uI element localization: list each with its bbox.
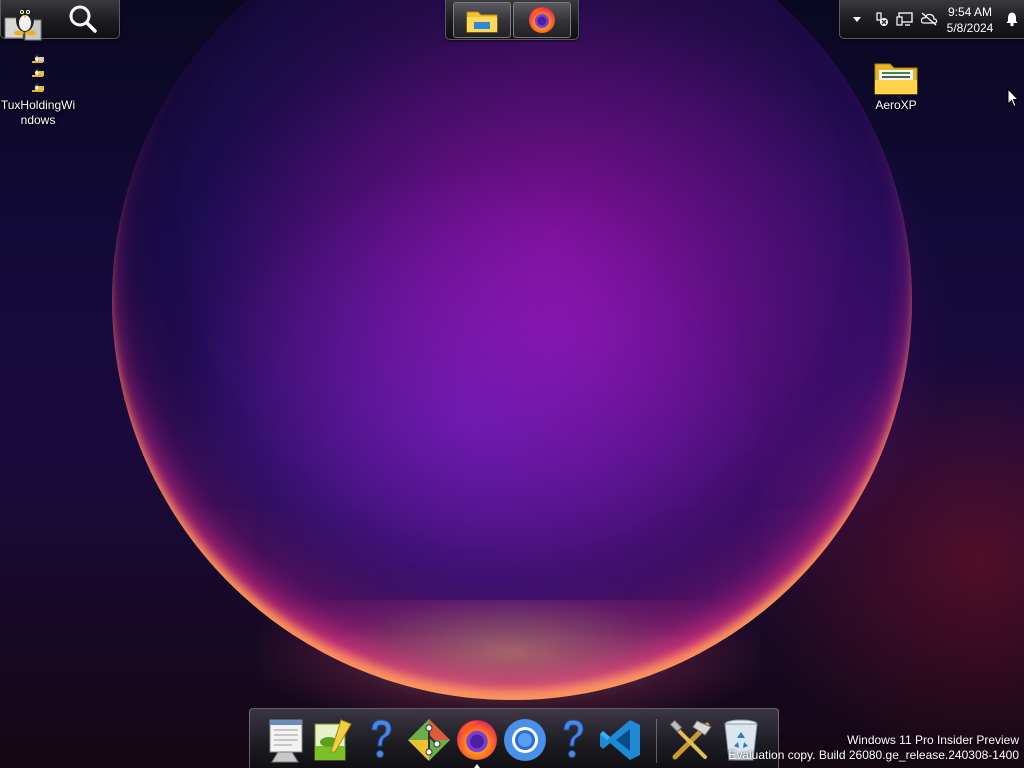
tools-icon (669, 719, 712, 760)
clock-time: 9:54 AM (947, 5, 993, 19)
folder-icon (466, 11, 498, 33)
dock-item-notepad[interactable] (260, 714, 310, 766)
start-bar (0, 0, 120, 41)
desktop: 9:54 AM 5/8/2024 TuxHoldingWindows AeroX… (0, 0, 1024, 768)
taskbar-center (445, 0, 579, 40)
dock-item-firefox[interactable] (452, 714, 502, 766)
dock-item-help[interactable] (356, 714, 406, 766)
network-disconnected-icon[interactable] (873, 10, 891, 28)
dock-item-tools[interactable] (666, 714, 716, 766)
wallpaper-arc (112, 0, 912, 700)
dock-item-vscode[interactable] (596, 714, 646, 766)
mouse-cursor-icon (1007, 87, 1020, 108)
running-indicator (474, 764, 480, 768)
vscode-icon (600, 720, 640, 760)
help-icon (371, 719, 392, 758)
chromium-icon (504, 719, 546, 761)
firefox-icon (457, 720, 497, 760)
watermark-build: Evaluation copy. Build 26080.ge_release.… (728, 748, 1019, 762)
notification-bell-icon[interactable] (1003, 10, 1021, 28)
clock[interactable]: 9:54 AM 5/8/2024 (940, 4, 1000, 36)
desktop-icon-label: AeroXP (875, 98, 917, 112)
windows-watermark: Windows 11 Pro Insider Preview Evaluatio… (728, 733, 1019, 763)
chevron-up-icon[interactable] (848, 10, 866, 28)
folder-icon (858, 48, 934, 96)
dock-separator (656, 719, 657, 763)
display-icon[interactable] (896, 10, 914, 28)
firefox-icon (529, 7, 555, 33)
cloud-offline-icon[interactable] (920, 10, 938, 28)
dock-item-notepadpp[interactable] (308, 714, 358, 766)
desktop-icon-aeroxp[interactable]: AeroXP (858, 48, 934, 113)
help-icon (563, 719, 584, 758)
tux-holding-windows-icon (0, 48, 76, 96)
clock-date: 5/8/2024 (946, 21, 994, 35)
search-icon[interactable] (63, 2, 103, 36)
git-icon (408, 719, 450, 761)
taskbar-firefox-button[interactable] (513, 2, 571, 38)
notepadpp-icon (314, 719, 352, 761)
notepad-icon (269, 719, 303, 763)
watermark-edition: Windows 11 Pro Insider Preview (847, 733, 1019, 747)
taskbar-file-explorer-button[interactable] (453, 2, 511, 38)
dock-item-help-2[interactable] (548, 714, 598, 766)
tux-penguin-icon[interactable] (3, 0, 51, 48)
dock-item-chromium[interactable] (500, 714, 550, 766)
system-tray: 9:54 AM 5/8/2024 (839, 0, 1024, 39)
desktop-icon-tuxholdingwindows[interactable]: TuxHoldingWindows (0, 48, 76, 128)
dock (249, 708, 779, 768)
desktop-icon-label: TuxHoldingWindows (0, 98, 76, 127)
dock-item-git[interactable] (404, 714, 454, 766)
